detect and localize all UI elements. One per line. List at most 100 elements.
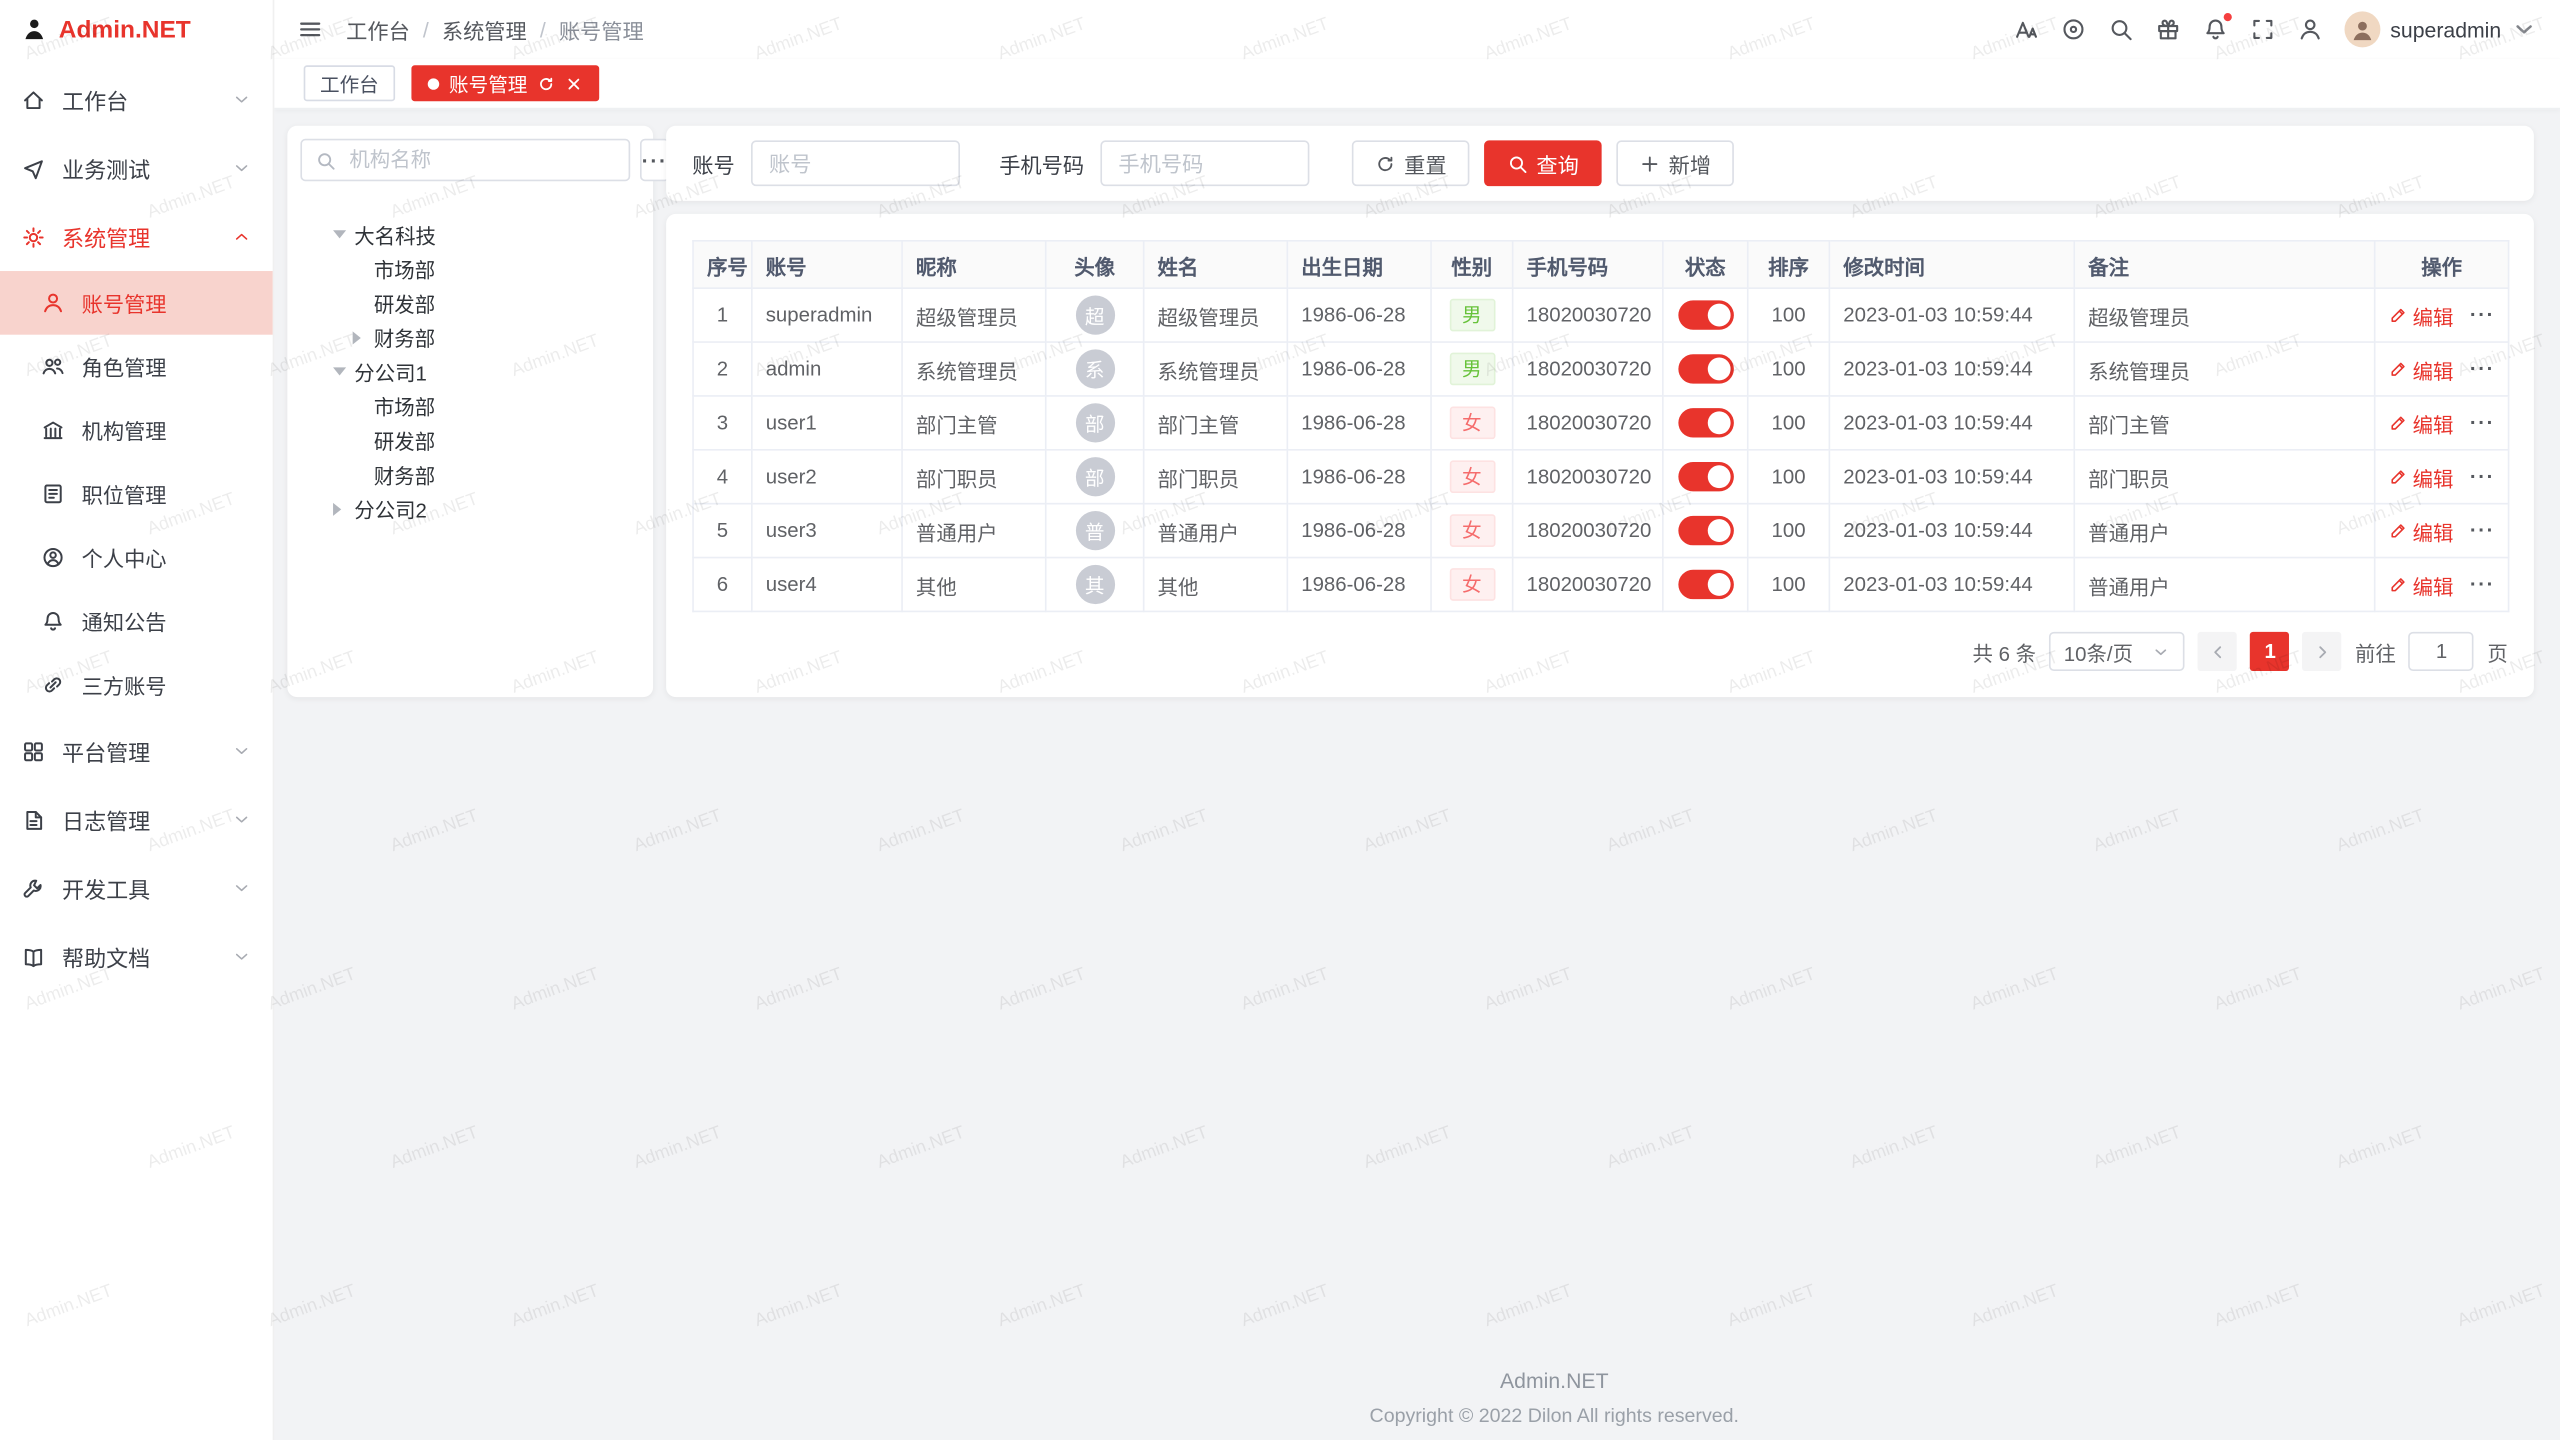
edit-button-label: 编辑 [2413,353,2454,384]
search-button[interactable]: 查询 [1484,140,1602,186]
table-body: 1superadmin超级管理员超超级管理员1986-06-28男1802003… [693,288,2509,611]
tree-node[interactable]: 市场部 [300,251,640,285]
status-toggle[interactable] [1678,516,1734,545]
sidebar-item-system[interactable]: 系统管理 [0,202,273,271]
cell-modified: 2023-01-03 10:59:44 [1829,342,2074,396]
status-toggle[interactable] [1678,300,1734,329]
tab-workbench[interactable]: 工作台 [304,65,395,101]
breadcrumb-item[interactable]: 系统管理 [442,14,527,45]
tree-node[interactable]: 分公司2 [300,491,640,525]
edit-button[interactable]: 编辑 [2388,300,2453,331]
sidebar-item-log[interactable]: 日志管理 [0,785,273,854]
cell-phone: 18020030720 [1513,504,1663,558]
row-more-button[interactable]: ··· [2470,358,2495,381]
tree-caret-right-icon[interactable] [333,502,354,515]
sidebar-subitem-org[interactable]: 机构管理 [0,398,273,462]
cell-status [1663,504,1748,558]
add-button[interactable]: 新增 [1616,140,1734,186]
user-menu[interactable]: superadmin [2345,11,2538,47]
hamburger-icon[interactable] [297,16,323,42]
sidebar-item-devtools[interactable]: 开发工具 [0,854,273,923]
tree-caret-down-icon[interactable] [333,230,354,238]
chevron-down-icon [232,741,252,761]
row-more-button[interactable]: ··· [2470,519,2495,542]
status-toggle[interactable] [1678,354,1734,383]
position-icon [41,482,65,506]
next-page-button[interactable] [2303,632,2342,671]
brand-name: Admin.NET [59,16,191,44]
logo[interactable]: Admin.NET [0,0,273,59]
edit-button[interactable]: 编辑 [2388,515,2453,546]
search-icon[interactable] [2108,16,2134,42]
sidebar-menu: 工作台业务测试系统管理账号管理角色管理机构管理职位管理个人中心通知公告三方账号平… [0,59,273,991]
cell-actions: 编辑 ··· [2375,450,2509,504]
cell-sort: 100 [1748,504,1830,558]
edit-button[interactable]: 编辑 [2388,569,2453,600]
cell-name: 普通用户 [1144,504,1288,558]
tree-node[interactable]: 市场部 [300,389,640,423]
sidebar-item-workbench[interactable]: 工作台 [0,65,273,134]
tree-node[interactable]: 研发部 [300,423,640,457]
sidebar-subitem-role[interactable]: 角色管理 [0,335,273,399]
tree-node-label: 研发部 [374,424,435,455]
tree-node-label: 市场部 [374,390,435,421]
edit-button[interactable]: 编辑 [2388,353,2453,384]
account-input[interactable] [751,140,960,186]
sidebar-item-platform[interactable]: 平台管理 [0,717,273,786]
org-search-input[interactable] [346,147,615,173]
goto-page-input[interactable] [2409,632,2474,671]
close-icon[interactable] [565,74,583,92]
sidebar-subitem-account[interactable]: 账号管理 [0,271,273,335]
tree-node[interactable]: 分公司1 [300,354,640,388]
sidebar-subitem-notice[interactable]: 通知公告 [0,589,273,653]
edit-button[interactable]: 编辑 [2388,461,2453,492]
third-icon [41,673,65,697]
row-more-button[interactable]: ··· [2470,411,2495,434]
tree-node[interactable]: 研发部 [300,286,640,320]
log-icon [21,807,45,831]
topbar: 工作台 / 系统管理 / 账号管理 superadmin [274,0,2560,59]
tab-account-management[interactable]: 账号管理 [411,65,599,101]
edit-button[interactable]: 编辑 [2388,407,2453,438]
tree-node[interactable]: 财务部 [300,320,640,354]
sidebar-subitem-position[interactable]: 职位管理 [0,462,273,526]
topbar-left: 工作台 / 系统管理 / 账号管理 [297,14,644,45]
tree-node[interactable]: 大名科技 [300,217,640,251]
test-icon [21,156,45,180]
status-toggle[interactable] [1678,570,1734,599]
table-row: 5user3普通用户普普通用户1986-06-28女18020030720100… [693,504,2509,558]
gender-badge: 女 [1449,407,1495,440]
font-size-icon[interactable] [2013,16,2039,42]
breadcrumb-item[interactable]: 工作台 [346,14,410,45]
status-toggle[interactable] [1678,408,1734,437]
tree-caret-down-icon[interactable] [333,367,354,375]
gear-icon [21,224,45,248]
tree-node[interactable]: 财务部 [300,457,640,491]
theme-icon[interactable] [2061,16,2087,42]
sidebar-item-business-test[interactable]: 业务测试 [0,134,273,203]
org-more-button[interactable]: ··· [640,139,669,181]
sidebar-subitem-profile[interactable]: 个人中心 [0,526,273,590]
bell-icon[interactable] [2203,16,2229,42]
tree-node-label: 分公司1 [354,356,427,387]
row-more-button[interactable]: ··· [2470,465,2495,488]
sidebar-subitem-third-account[interactable]: 三方账号 [0,653,273,717]
cell-avatar: 部 [1046,396,1144,450]
reset-button-label: 重置 [1404,148,1446,179]
phone-input[interactable] [1100,140,1309,186]
reset-button[interactable]: 重置 [1352,140,1470,186]
row-more-button[interactable]: ··· [2470,573,2495,596]
sidebar-item-docs[interactable]: 帮助文档 [0,922,273,991]
refresh-icon[interactable] [537,74,555,92]
status-toggle[interactable] [1678,462,1734,491]
tree-caret-right-icon[interactable] [353,331,374,344]
current-page-button[interactable]: 1 [2251,632,2290,671]
bell-icon [41,609,65,633]
fullscreen-icon[interactable] [2250,16,2276,42]
gift-icon[interactable] [2155,16,2181,42]
cell-gender: 男 [1431,288,1513,342]
row-more-button[interactable]: ··· [2470,304,2495,327]
page-size-select[interactable]: 10条/页 [2049,632,2185,671]
user-icon[interactable] [2297,16,2323,42]
prev-page-button[interactable] [2198,632,2237,671]
